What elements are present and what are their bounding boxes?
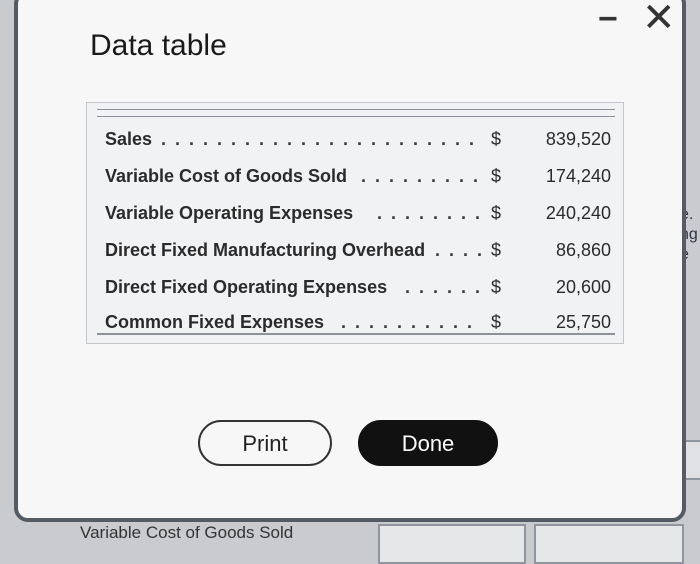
print-button[interactable]: Print [198, 420, 332, 466]
background-input[interactable] [534, 524, 684, 564]
done-button[interactable]: Done [358, 420, 498, 466]
currency-symbol: $ [491, 203, 502, 223]
row-amount: 20,600 [555, 277, 611, 297]
leader-dots: . . . . . . . . . . . . . . . . . . . . … [341, 312, 481, 332]
row-label: Direct Fixed Operating Expenses [105, 277, 388, 297]
dialog-title: Data table [90, 29, 227, 62]
table-bottom-rule [97, 333, 615, 335]
row-amount: 25,750 [555, 312, 611, 332]
background-field-label: Variable Cost of Goods Sold [80, 523, 294, 542]
row-amount: 174,240 [545, 166, 611, 186]
leader-dots: . . . . . . . . . . . . . . . . . . . . … [161, 129, 479, 149]
currency-symbol: $ [491, 312, 502, 332]
currency-symbol: $ [491, 277, 502, 297]
currency-symbol: $ [491, 129, 502, 149]
row-amount: 839,520 [545, 129, 611, 149]
leader-dots: . . . . . . . . . . . . . . . . . . . . … [361, 166, 479, 186]
leader-dots: . . . . . . . . . . . . . . . . . . . . … [377, 203, 479, 223]
row-label: Variable Cost of Goods Sold [105, 166, 348, 186]
table-row: Variable Operating Expenses . . . . . . … [87, 199, 623, 229]
currency-symbol: $ [491, 240, 502, 260]
data-table-dialog: − ✕ Data table Sales . . . . . . . . . .… [14, 0, 686, 522]
table-row: Variable Cost of Goods Sold . . . . . . … [87, 162, 623, 192]
row-label: Common Fixed Expenses [105, 312, 325, 332]
minimize-icon[interactable]: − [598, 2, 618, 36]
table-row: Direct Fixed Manufacturing Overhead . . … [87, 236, 623, 266]
data-table: Sales . . . . . . . . . . . . . . . . . … [86, 102, 624, 344]
row-amount: 86,860 [555, 240, 611, 260]
table-row: Direct Fixed Operating Expenses . . . . … [87, 273, 623, 303]
row-amount: 240,240 [545, 203, 611, 223]
currency-symbol: $ [491, 166, 502, 186]
row-label: Direct Fixed Manufacturing Overhead [105, 240, 426, 260]
close-icon[interactable]: ✕ [642, 0, 676, 38]
table-top-rule [97, 109, 615, 117]
row-label: Sales [105, 129, 153, 149]
leader-dots: . . . . . . . . . . . . . . . . [405, 277, 481, 297]
leader-dots: . . . . . . . . . . [435, 240, 481, 260]
row-label: Variable Operating Expenses [105, 203, 354, 223]
table-row: Sales . . . . . . . . . . . . . . . . . … [87, 125, 623, 155]
background-input[interactable] [378, 524, 526, 564]
